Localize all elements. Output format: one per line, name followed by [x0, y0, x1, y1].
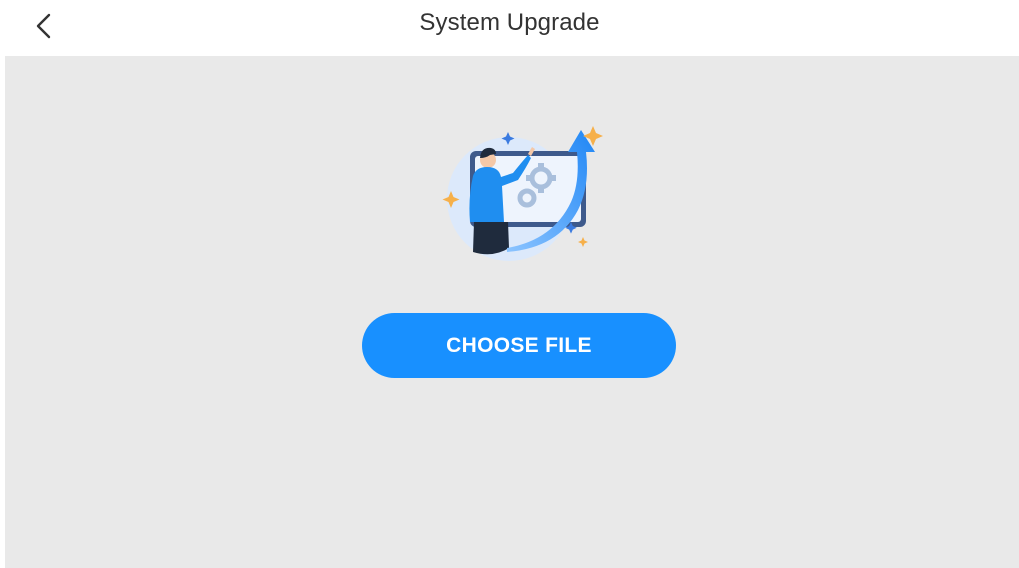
main-content: CHOOSE FILE [5, 56, 1019, 568]
top-bar: System Upgrade [0, 0, 1019, 56]
upgrade-illustration [442, 126, 603, 261]
choose-file-button[interactable]: CHOOSE FILE [362, 313, 676, 378]
page-title: System Upgrade [419, 9, 600, 36]
app-window: System Upgrade CHOOSE FILE [0, 0, 1019, 568]
